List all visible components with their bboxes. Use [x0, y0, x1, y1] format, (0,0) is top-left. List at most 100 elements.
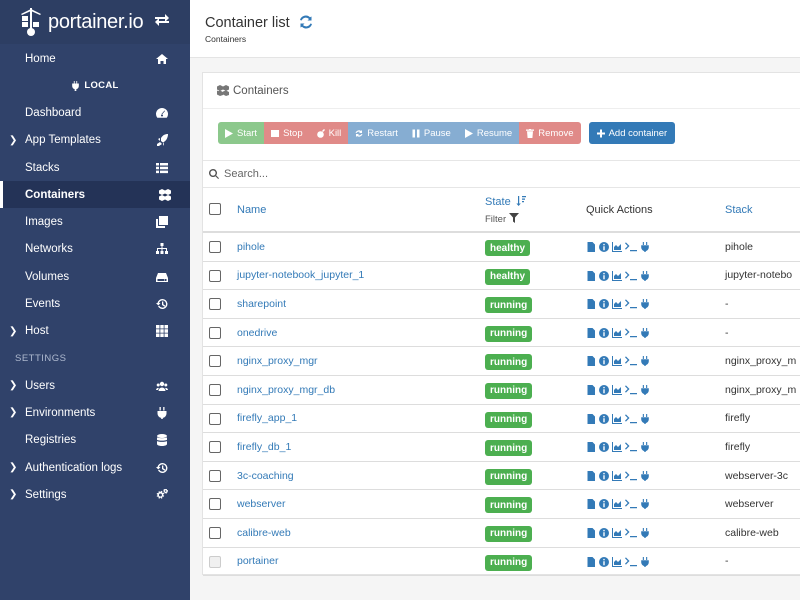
- plug-icon[interactable]: [640, 384, 650, 395]
- file-icon[interactable]: [586, 527, 596, 538]
- info-circle-icon[interactable]: [599, 556, 609, 567]
- info-circle-icon[interactable]: [599, 384, 609, 395]
- file-icon[interactable]: [586, 356, 596, 367]
- refresh-icon[interactable]: [298, 14, 314, 30]
- column-state[interactable]: State: [485, 196, 527, 208]
- select-all-checkbox[interactable]: [209, 203, 221, 215]
- remove-button[interactable]: Remove: [519, 122, 581, 144]
- sidebar-item-host[interactable]: ❯ Host: [0, 318, 190, 345]
- sidebar-item-environments[interactable]: ❯ Environments: [0, 399, 190, 426]
- terminal-icon[interactable]: [625, 385, 637, 395]
- column-state-link[interactable]: State: [485, 196, 511, 208]
- plug-icon[interactable]: [640, 556, 650, 567]
- plug-icon[interactable]: [640, 499, 650, 510]
- container-name-link[interactable]: nginx_proxy_mgr: [237, 347, 318, 375]
- sidebar-item-settings[interactable]: ❯ Settings: [0, 481, 190, 508]
- terminal-icon[interactable]: [625, 356, 637, 366]
- kill-button[interactable]: Kill: [309, 122, 349, 144]
- terminal-icon[interactable]: [625, 528, 637, 538]
- area-chart-icon[interactable]: [612, 356, 622, 367]
- file-icon[interactable]: [586, 327, 596, 338]
- area-chart-icon[interactable]: [612, 527, 622, 538]
- info-circle-icon[interactable]: [599, 527, 609, 538]
- terminal-icon[interactable]: [625, 270, 637, 281]
- row-checkbox[interactable]: [209, 412, 221, 425]
- resume-button[interactable]: Resume: [457, 122, 520, 144]
- sidebar-item-networks[interactable]: Networks: [0, 236, 190, 263]
- swap-icon[interactable]: [153, 13, 171, 31]
- area-chart-icon[interactable]: [612, 270, 622, 281]
- terminal-icon[interactable]: [625, 499, 637, 509]
- area-chart-icon[interactable]: [612, 413, 622, 424]
- container-name-link[interactable]: portainer: [237, 548, 278, 576]
- plug-icon[interactable]: [640, 470, 650, 481]
- file-icon[interactable]: [586, 470, 596, 481]
- plug-icon[interactable]: [640, 299, 650, 310]
- container-name-link[interactable]: pihole: [237, 233, 265, 261]
- plug-icon[interactable]: [640, 327, 650, 338]
- terminal-icon[interactable]: [625, 299, 637, 309]
- sidebar-item-containers[interactable]: Containers: [0, 181, 190, 209]
- area-chart-icon[interactable]: [612, 470, 622, 481]
- file-icon[interactable]: [586, 442, 596, 453]
- info-circle-icon[interactable]: [599, 442, 609, 453]
- area-chart-icon[interactable]: [612, 556, 622, 567]
- sidebar-item-images[interactable]: Images: [0, 208, 190, 235]
- terminal-icon[interactable]: [625, 442, 637, 452]
- row-checkbox[interactable]: [209, 241, 221, 253]
- row-checkbox[interactable]: [209, 469, 221, 482]
- plug-icon[interactable]: [640, 527, 650, 538]
- start-button[interactable]: Start: [218, 122, 265, 144]
- container-name-link[interactable]: onedrive: [237, 319, 277, 347]
- row-checkbox[interactable]: [209, 383, 221, 396]
- column-stack-link[interactable]: Stack: [725, 204, 753, 216]
- terminal-icon[interactable]: [625, 556, 637, 567]
- container-name-link[interactable]: firefly_db_1: [237, 433, 291, 461]
- search-input[interactable]: [224, 168, 524, 180]
- sidebar-item-dashboard[interactable]: Dashboard: [0, 99, 190, 126]
- sidebar-item-authentication-logs[interactable]: ❯ Authentication logs: [0, 454, 190, 481]
- container-name-link[interactable]: jupyter-notebook_jupyter_1: [237, 262, 364, 290]
- info-circle-icon[interactable]: [599, 499, 609, 510]
- container-name-link[interactable]: calibre-web: [237, 519, 291, 547]
- file-icon[interactable]: [586, 299, 596, 310]
- row-checkbox[interactable]: [209, 526, 221, 539]
- info-circle-icon[interactable]: [599, 470, 609, 481]
- row-checkbox[interactable]: [209, 441, 221, 454]
- sidebar-item-registries[interactable]: Registries: [0, 427, 190, 454]
- row-checkbox[interactable]: [209, 498, 221, 511]
- area-chart-icon[interactable]: [612, 299, 622, 310]
- file-icon[interactable]: [586, 270, 596, 281]
- terminal-icon[interactable]: [625, 413, 637, 424]
- sidebar-item-app-templates[interactable]: ❯ App Templates: [0, 127, 190, 154]
- container-name-link[interactable]: 3c-coaching: [237, 462, 294, 490]
- container-name-link[interactable]: sharepoint: [237, 290, 286, 318]
- area-chart-icon[interactable]: [612, 384, 622, 395]
- plug-icon[interactable]: [640, 270, 650, 281]
- info-circle-icon[interactable]: [599, 242, 609, 252]
- sidebar-item-home[interactable]: Home: [0, 45, 190, 72]
- file-icon[interactable]: [586, 242, 596, 252]
- restart-button[interactable]: Restart: [348, 122, 405, 144]
- sidebar-item-users[interactable]: ❯ Users: [0, 372, 190, 399]
- file-icon[interactable]: [586, 384, 596, 395]
- info-circle-icon[interactable]: [599, 327, 609, 338]
- sidebar-item-events[interactable]: Events: [0, 290, 190, 317]
- plug-icon[interactable]: [640, 442, 650, 453]
- stop-button[interactable]: Stop: [264, 122, 310, 144]
- container-name-link[interactable]: firefly_app_1: [237, 405, 297, 433]
- sort-icon[interactable]: [516, 196, 527, 206]
- info-circle-icon[interactable]: [599, 413, 609, 424]
- row-checkbox[interactable]: [209, 269, 221, 282]
- add-container-button[interactable]: Add container: [588, 122, 676, 144]
- info-circle-icon[interactable]: [599, 299, 609, 310]
- terminal-icon[interactable]: [625, 471, 637, 481]
- info-circle-icon[interactable]: [599, 356, 609, 367]
- state-filter[interactable]: Filter: [485, 213, 519, 225]
- area-chart-icon[interactable]: [612, 242, 622, 252]
- row-checkbox[interactable]: [209, 298, 221, 311]
- plug-icon[interactable]: [640, 413, 650, 424]
- column-stack[interactable]: Stack: [725, 204, 753, 216]
- area-chart-icon[interactable]: [612, 442, 622, 453]
- container-name-link[interactable]: nginx_proxy_mgr_db: [237, 376, 335, 404]
